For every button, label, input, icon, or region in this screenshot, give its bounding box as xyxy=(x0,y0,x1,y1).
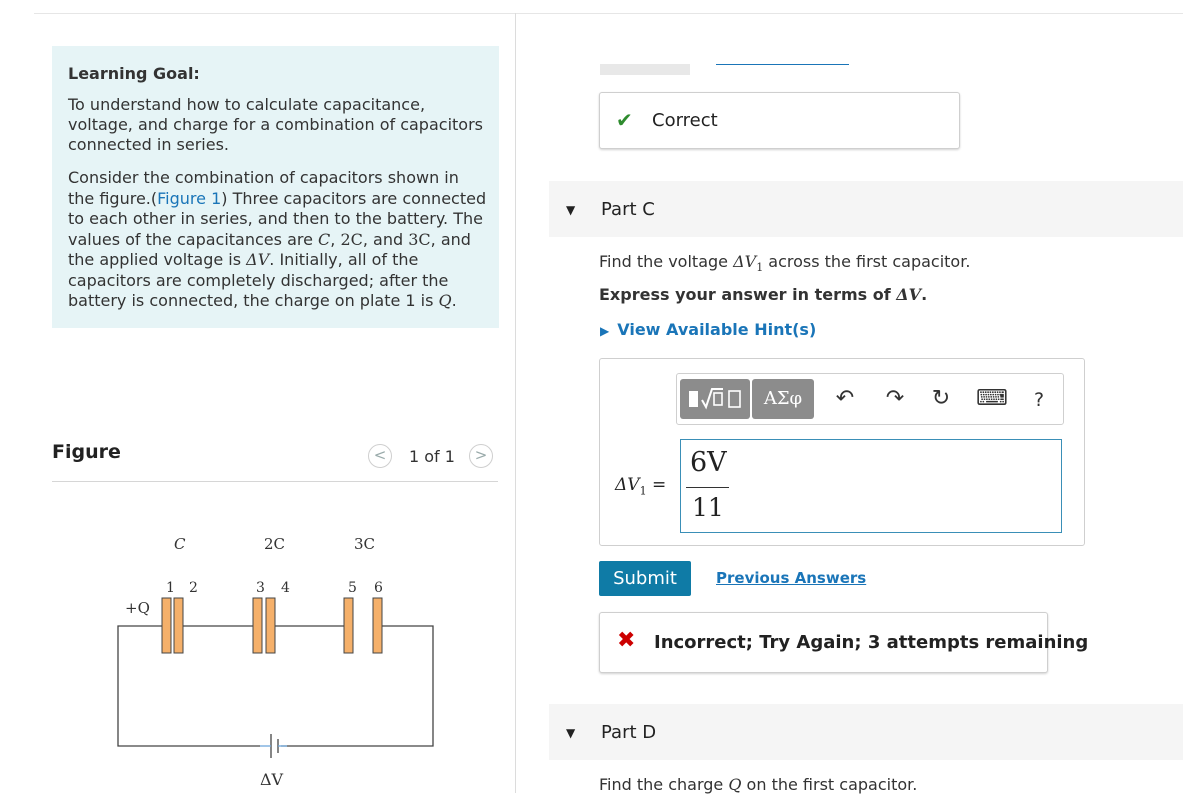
undo-icon[interactable]: ↶ xyxy=(832,386,858,411)
plate-2 xyxy=(173,597,184,654)
instruction-text: . xyxy=(921,285,928,304)
figure-pager-text: 1 of 1 xyxy=(409,447,455,466)
help-button[interactable]: ? xyxy=(1026,389,1052,411)
plate-5 xyxy=(343,597,354,654)
answer-input[interactable] xyxy=(680,439,1062,533)
math-c: C xyxy=(318,229,331,249)
plate-4-label: 4 xyxy=(281,580,290,596)
math-subscript: 1 xyxy=(639,484,647,498)
figure-next-button[interactable]: > xyxy=(469,444,493,468)
question-text: on the first capacitor. xyxy=(741,775,918,794)
reset-icon[interactable]: ↻ xyxy=(928,386,954,411)
part-d-question: Find the charge Q on the first capacitor… xyxy=(599,775,917,794)
column-divider xyxy=(515,13,516,793)
templates-button[interactable] xyxy=(680,379,750,419)
battery-label: ΔV xyxy=(260,770,284,789)
figure-title: Figure xyxy=(52,441,121,463)
part-c-label: Part C xyxy=(601,199,655,220)
part-c-instruction: Express your answer in terms of ΔV. xyxy=(599,285,927,304)
previous-part-remnant-link xyxy=(716,64,849,65)
answer-variable-label: ΔV1 = xyxy=(615,475,666,497)
math-3c: 3C xyxy=(408,229,431,249)
plus-q-label: +Q xyxy=(125,599,150,617)
plate-2-label: 2 xyxy=(189,580,198,596)
part-d-label: Part D xyxy=(601,722,657,743)
collapse-caret-icon[interactable]: ▼ xyxy=(566,726,575,740)
expand-triangle-icon: ▶ xyxy=(600,324,610,338)
answer-denominator[interactable]: 11 xyxy=(692,493,724,522)
x-icon: ✖ xyxy=(617,628,636,653)
check-icon: ✔ xyxy=(616,108,633,132)
previous-part-remnant xyxy=(600,64,690,75)
submit-button[interactable]: Submit xyxy=(599,561,691,596)
plate-4 xyxy=(265,597,276,654)
hint-label: View Available Hint(s) xyxy=(617,320,817,339)
plate-3-label: 3 xyxy=(256,580,265,596)
math-delta-v: ΔV xyxy=(733,252,757,271)
intro-text: , and xyxy=(362,229,409,249)
correct-label: Correct xyxy=(652,110,718,131)
plate-1 xyxy=(161,597,172,654)
instruction-text: Express your answer in terms of xyxy=(599,285,897,304)
figure-link[interactable]: Figure 1 xyxy=(157,189,221,208)
learning-goal-title: Learning Goal: xyxy=(68,64,200,83)
plate-1-label: 1 xyxy=(166,580,175,596)
view-hints-link[interactable]: ▶ View Available Hint(s) xyxy=(600,320,816,339)
answer-numerator[interactable]: 6V xyxy=(690,447,727,478)
plate-6-label: 6 xyxy=(374,580,383,596)
question-text: Find the voltage xyxy=(599,252,734,271)
math-2c: 2C xyxy=(340,229,363,249)
plate-3 xyxy=(252,597,263,654)
math-delta-v: ΔV xyxy=(246,250,270,269)
greek-symbols-button[interactable]: ΑΣφ xyxy=(752,379,814,419)
label-c: C xyxy=(174,535,186,553)
keyboard-icon[interactable]: ⌨ xyxy=(976,386,1008,411)
collapse-caret-icon[interactable]: ▼ xyxy=(566,203,575,217)
equals-sign: = xyxy=(651,475,667,495)
templates-icon xyxy=(689,388,741,410)
circuit-diagram: C 2C 3C 1 2 3 4 5 6 +Q ΔV xyxy=(117,535,434,789)
fraction-bar xyxy=(686,487,729,488)
math-q: Q xyxy=(438,291,452,310)
figure-rule xyxy=(52,481,498,482)
plate-6 xyxy=(372,597,383,654)
label-3c: 3C xyxy=(354,535,375,553)
math-delta-v: ΔV xyxy=(615,475,640,495)
problem-intro: Consider the combination of capacitors s… xyxy=(68,168,488,312)
question-text: across the first capacitor. xyxy=(763,252,971,271)
label-2c: 2C xyxy=(264,535,285,553)
previous-answers-link[interactable]: Previous Answers xyxy=(716,569,866,587)
part-c-question: Find the voltage ΔV1 across the first ca… xyxy=(599,252,970,274)
redo-icon[interactable]: ↷ xyxy=(882,386,908,411)
intro-text: , xyxy=(330,229,341,249)
plate-5-label: 5 xyxy=(348,580,357,596)
figure-prev-button[interactable]: < xyxy=(368,444,392,468)
top-divider xyxy=(34,13,1183,14)
intro-text: . xyxy=(451,291,457,310)
math-q: Q xyxy=(728,775,742,794)
incorrect-feedback-label: Incorrect; Try Again; 3 attempts remaini… xyxy=(654,632,1089,653)
learning-goal-text: To understand how to calculate capacitan… xyxy=(68,95,483,154)
math-delta-v: ΔV xyxy=(896,285,922,304)
question-text: Find the charge xyxy=(599,775,729,794)
